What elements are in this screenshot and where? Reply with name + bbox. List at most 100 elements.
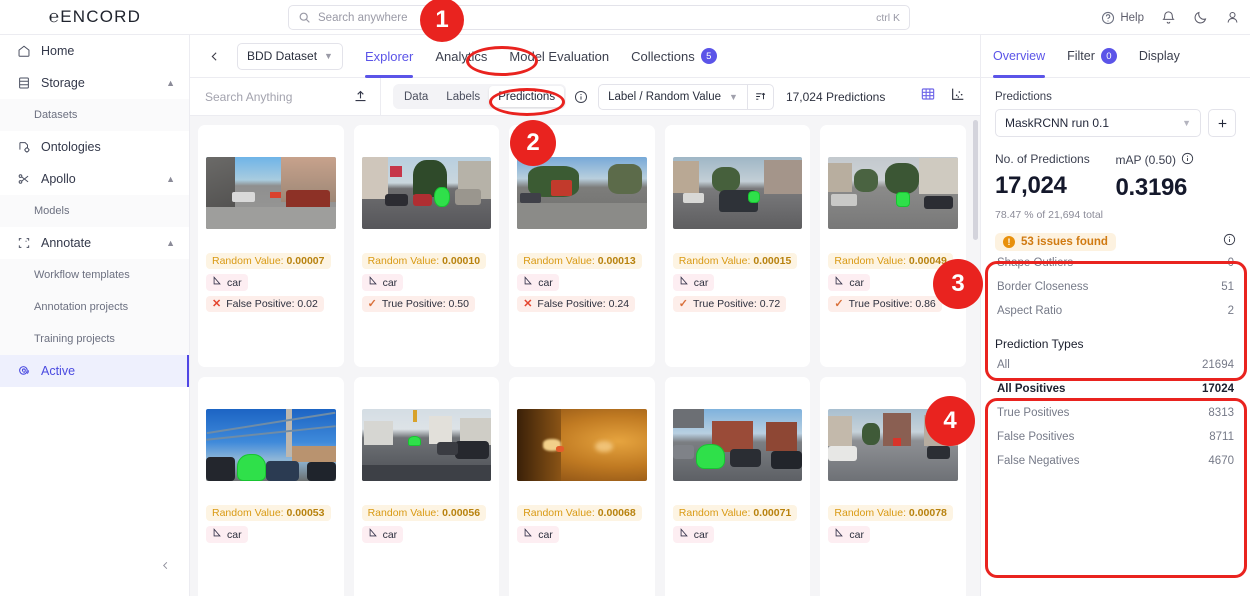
prediction-card[interactable]: Random Value: 0.00049 car ✓ True Positiv… (820, 125, 966, 367)
sidebar-collapse-button[interactable] (155, 555, 175, 575)
class-badge: car (206, 274, 248, 291)
prediction-type-value: 17024 (1202, 383, 1234, 395)
tab-label: Explorer (364, 48, 414, 64)
active-icon (16, 364, 31, 378)
dataset-selector[interactable]: BDD Dataset ▼ (237, 42, 343, 70)
prediction-card[interactable]: Random Value: 0.00007 car ✕ False Positi… (198, 125, 344, 367)
class-badge: car (361, 526, 404, 543)
prediction-card[interactable]: Random Value: 0.00053 car (198, 377, 344, 596)
random-value-badge: Random Value: 0.00015 (672, 253, 798, 269)
class-label: car (849, 528, 864, 541)
tab-explorer[interactable]: Explorer (364, 35, 414, 78)
model-select-value: MaskRCNN run 0.1 (1005, 116, 1110, 130)
sidebar-item-label: Storage (41, 76, 85, 90)
chart-view-icon[interactable] (950, 86, 966, 107)
card-meta: Random Value: 0.00071 car (672, 505, 803, 543)
sidebar-item-ontologies[interactable]: Ontologies (0, 131, 189, 163)
sidebar-item-active[interactable]: Active (0, 355, 189, 387)
annotation-number: 1 (435, 6, 449, 33)
result-badge: ✓ True Positive: 0.72 (672, 296, 787, 312)
grid-scrollbar[interactable] (973, 120, 978, 590)
class-label: car (538, 276, 553, 289)
annotation-number: 3 (951, 270, 965, 297)
segmentation-overlay (408, 436, 422, 447)
back-button[interactable] (200, 42, 228, 70)
random-value-label: Random Value: (212, 507, 284, 519)
random-value-badge: Random Value: 0.00013 (517, 253, 642, 269)
user-icon[interactable] (1225, 10, 1240, 25)
help-button[interactable]: Help (1101, 11, 1144, 25)
prediction-type-label: All Positives (997, 383, 1066, 395)
annotation-number: 2 (526, 129, 540, 156)
sidebar-subitem-label: Annotation projects (34, 301, 129, 313)
model-select[interactable]: MaskRCNN run 0.1 ▼ (995, 109, 1201, 137)
grid-view-icon[interactable] (920, 86, 936, 107)
cross-icon: ✕ (523, 297, 533, 310)
info-icon[interactable] (574, 90, 588, 104)
add-prediction-button[interactable] (1208, 109, 1236, 137)
tab-collections[interactable]: Collections 5 (631, 35, 717, 78)
segment-data[interactable]: Data (395, 86, 437, 107)
result-label: False Positive: 0.24 (537, 298, 630, 310)
info-icon[interactable] (1181, 152, 1194, 168)
prediction-card[interactable]: Random Value: 0.00010 car ✓ True Positiv… (353, 125, 500, 367)
class-badge: car (672, 274, 715, 291)
annotation-marker-2: 2 (510, 120, 556, 166)
segment-labels[interactable]: Labels (437, 86, 489, 107)
sidebar-item-models[interactable]: Models (0, 195, 189, 227)
segmentation-overlay (747, 190, 760, 204)
chevron-up-icon: ▲ (166, 174, 175, 184)
sidebar-item-annotation-projects[interactable]: Annotation projects (0, 291, 189, 323)
sort-direction-button[interactable] (746, 83, 774, 110)
segmentation-overlay (895, 191, 911, 208)
random-value-number: 0.00053 (286, 507, 325, 519)
sidebar-subitem-label: Training projects (34, 333, 115, 345)
result-badge: ✓ True Positive: 0.86 (828, 296, 942, 312)
info-icon[interactable] (1223, 233, 1236, 251)
random-value-badge: Random Value: 0.00078 (828, 505, 953, 521)
sidebar-item-workflow-templates[interactable]: Workflow templates (0, 259, 189, 291)
polygon-icon (212, 528, 222, 541)
card-thumbnail (828, 157, 958, 229)
global-search-input[interactable]: Search anywhere ctrl K (288, 5, 910, 30)
sidebar-subitem-label: Datasets (34, 109, 78, 121)
search-anything-input[interactable]: Search Anything (190, 90, 340, 104)
project-tab-bar: BDD Dataset ▼ Explorer Analytics Model E… (190, 35, 980, 78)
sidebar-item-annotate[interactable]: Annotate ▲ (0, 227, 189, 259)
moon-icon[interactable] (1193, 10, 1208, 25)
sort-field-select[interactable]: Label / Random Value ▼ (598, 83, 747, 110)
prediction-card-grid-container[interactable]: Random Value: 0.00007 car ✕ False Positi… (190, 116, 980, 596)
bell-icon[interactable] (1161, 10, 1176, 25)
tab-overview[interactable]: Overview (993, 35, 1046, 78)
random-value-number: 0.00078 (908, 507, 947, 519)
annotation-highlight-predictions (489, 88, 565, 116)
random-value-number: 0.00010 (442, 255, 481, 267)
tab-display[interactable]: Display (1139, 35, 1180, 78)
polygon-icon (834, 528, 844, 541)
tab-filter[interactable]: Filter 0 (1067, 35, 1117, 78)
random-value-label: Random Value: (834, 255, 906, 267)
polygon-icon (212, 276, 222, 289)
search-shortcut-hint: ctrl K (876, 11, 900, 24)
sidebar-item-home[interactable]: Home (0, 35, 189, 67)
prediction-count-label: 17,024 Predictions (785, 89, 886, 104)
app-root: ℮ ENCORD Search anywhere ctrl K Help Hom… (0, 0, 1250, 596)
sidebar-item-training-projects[interactable]: Training projects (0, 323, 189, 355)
upload-button[interactable] (340, 89, 380, 104)
card-thumbnail (672, 157, 803, 229)
prediction-card[interactable]: Random Value: 0.00015 car ✓ True Positiv… (664, 125, 811, 367)
polygon-icon (523, 276, 533, 289)
chevron-down-icon: ▼ (1182, 118, 1191, 128)
result-badge: ✓ True Positive: 0.50 (361, 296, 475, 312)
sidebar-item-storage[interactable]: Storage ▲ (0, 67, 189, 99)
sidebar-item-apollo[interactable]: Apollo ▲ (0, 163, 189, 195)
stat-label-row: mAP (0.50) (1116, 152, 1237, 168)
stat-label: mAP (0.50) (1115, 153, 1176, 167)
grid-scrollbar-thumb[interactable] (973, 120, 978, 240)
prediction-card[interactable]: Random Value: 0.00056 car (353, 377, 500, 596)
sidebar-item-datasets[interactable]: Datasets (0, 99, 189, 131)
stat-subtext: 78.47 % of 21,694 total (995, 209, 1103, 221)
result-label: True Positive: 0.72 (693, 298, 781, 310)
prediction-card[interactable]: Random Value: 0.00071 car (664, 377, 811, 596)
prediction-card[interactable]: Random Value: 0.00068 car (509, 377, 655, 596)
